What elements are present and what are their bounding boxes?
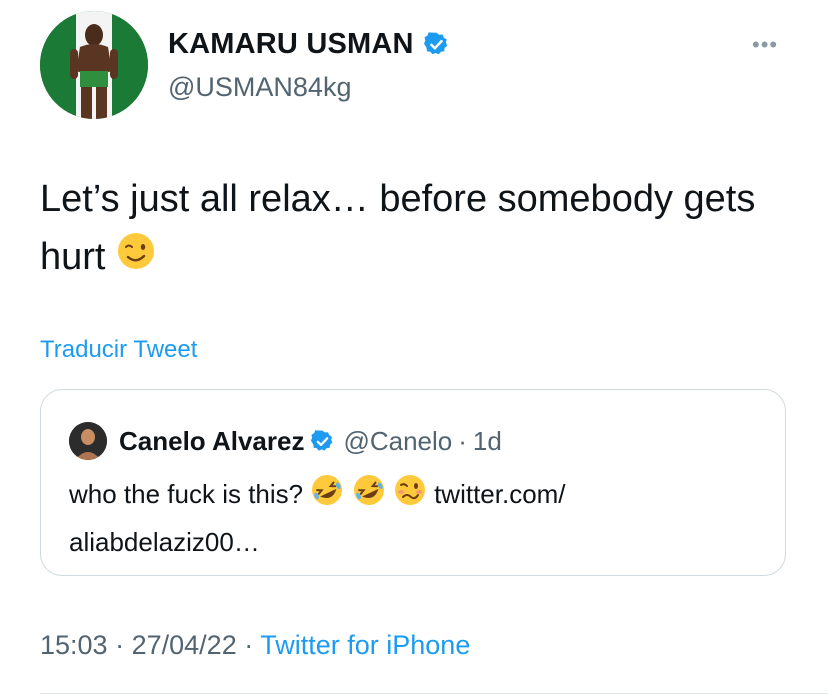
tweet-source-link[interactable]: Twitter for iPhone (260, 630, 470, 660)
author-avatar[interactable] (40, 11, 148, 119)
divider (40, 693, 828, 694)
tweet-date[interactable]: 27/04/22 (132, 630, 237, 660)
quoted-tweet-header: Canelo Alvarez @Canelo · 1d (69, 422, 502, 460)
woozy-face-icon (393, 473, 427, 520)
more-dots-icon[interactable]: ••• (752, 32, 778, 58)
author-name-row[interactable]: KAMARU USMAN (168, 28, 450, 61)
quoted-author-handle[interactable]: @Canelo (343, 426, 452, 457)
tweet-text: Let’s just all relax… before somebody ge… (40, 170, 800, 288)
footer-separator: · (115, 630, 125, 660)
rolling-laughing-icon (352, 473, 386, 520)
winking-face-icon (116, 230, 156, 288)
quoted-timestamp[interactable]: 1d (473, 426, 502, 457)
tweet-time[interactable]: 15:03 (40, 630, 108, 660)
footer-separator: · (244, 630, 254, 660)
author-name[interactable]: KAMARU USMAN (168, 28, 414, 61)
quoted-author-name[interactable]: Canelo Alvarez (119, 426, 304, 457)
quoted-separator: · (458, 425, 467, 456)
author-handle[interactable]: @USMAN84kg (168, 72, 351, 103)
quoted-tweet-text: who the fuck is this? twitter.com/ aliab… (69, 472, 759, 564)
verified-badge-icon (423, 31, 450, 58)
quoted-verified-badge-icon (310, 429, 335, 454)
rolling-laughing-icon (310, 473, 344, 520)
quoted-tweet-body: who the fuck is this? (69, 479, 304, 509)
translate-tweet-link[interactable]: Traducir Tweet (40, 336, 197, 364)
quoted-author-avatar[interactable] (69, 422, 107, 460)
tweet-footer: 15:03 · 27/04/22 · Twitter for iPhone (40, 630, 470, 661)
quoted-tweet[interactable]: Canelo Alvarez @Canelo · 1d who the fuck… (40, 389, 786, 576)
